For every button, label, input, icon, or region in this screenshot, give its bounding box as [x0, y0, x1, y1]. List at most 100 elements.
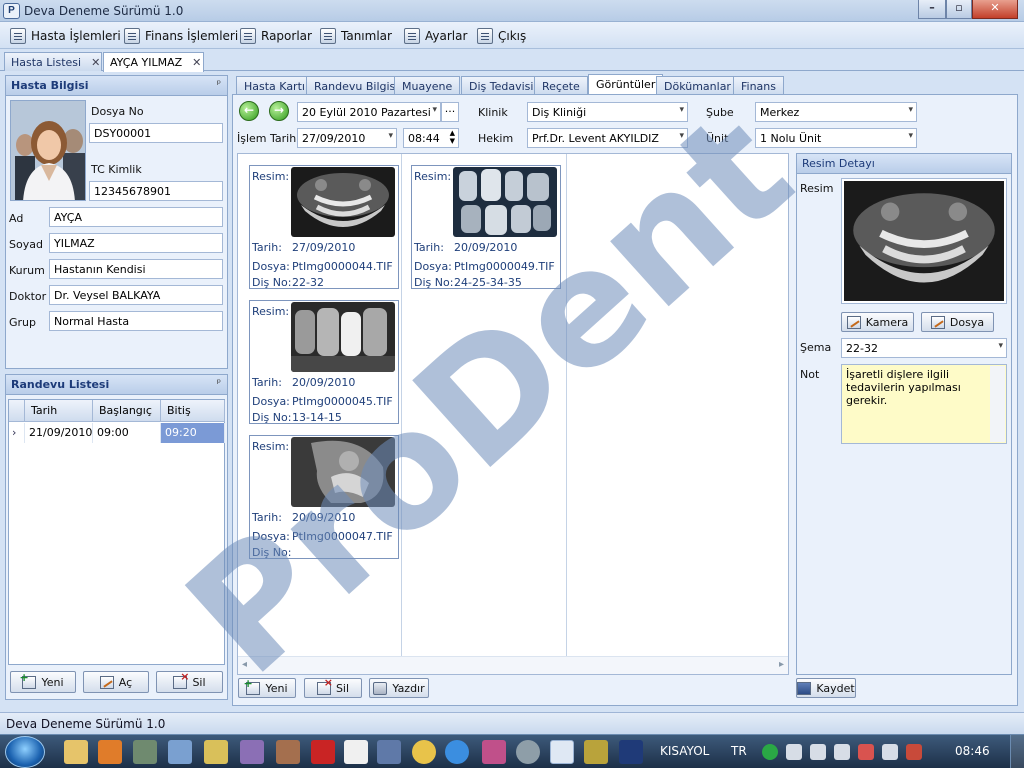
table-cell[interactable]: 09:00: [93, 423, 161, 443]
new-image-button[interactable]: Yeni: [238, 677, 296, 698]
more-button[interactable]: ···: [441, 102, 459, 122]
menu-ayarlar[interactable]: Ayarlar: [404, 26, 467, 46]
app-icon[interactable]: [204, 740, 228, 764]
delete-image-button[interactable]: Sil: [304, 676, 362, 698]
menu-tanimlar[interactable]: Tanımlar: [320, 26, 392, 46]
open-appointment-button[interactable]: Aç: [83, 671, 149, 693]
image-card[interactable]: Resim: Tarih: 20/09/2010 Dosya: PtImg000…: [249, 300, 399, 424]
date-picker[interactable]: 20 Eylül 2010 Pazartesi: [297, 102, 441, 122]
app-icon[interactable]: [516, 740, 540, 764]
group-field[interactable]: Normal Hasta: [49, 311, 223, 331]
prodent-app-icon[interactable]: [550, 740, 574, 764]
menu-cikis[interactable]: Çıkış: [477, 26, 526, 46]
close-button[interactable]: ✕: [972, 0, 1018, 19]
camera-button[interactable]: Kamera: [841, 312, 914, 332]
start-button[interactable]: [5, 736, 45, 768]
volume-icon[interactable]: [786, 744, 802, 760]
app-icon[interactable]: [482, 740, 506, 764]
menu-hasta-islemleri[interactable]: Hasta İşlemleri: [10, 26, 121, 46]
tab-recete[interactable]: Reçete: [534, 76, 588, 95]
note-textarea[interactable]: İşaretli dişlere ilgili tedavilerin yapı…: [841, 364, 1007, 444]
table-cell[interactable]: 21/09/2010: [25, 423, 93, 443]
file-button[interactable]: Dosya: [921, 312, 994, 332]
process-date-picker[interactable]: 27/09/2010: [297, 128, 397, 148]
tab-randevu-bilgisi[interactable]: Randevu Bilgisi: [306, 76, 407, 95]
xray-thumbnail[interactable]: [291, 437, 395, 507]
language-indicator[interactable]: TR: [731, 744, 747, 758]
scroll-left-icon[interactable]: ◂: [242, 659, 247, 670]
tray-icon[interactable]: [858, 744, 874, 760]
file-no-field[interactable]: DSY00001: [89, 123, 223, 143]
minimize-button[interactable]: –: [918, 0, 946, 19]
xray-thumbnail[interactable]: [291, 302, 395, 372]
explorer-icon[interactable]: [64, 740, 88, 764]
shortcut-label[interactable]: KISAYOL: [660, 744, 709, 758]
name-field[interactable]: AYÇA: [49, 207, 223, 227]
column-header[interactable]: Tarih: [25, 400, 93, 422]
branch-select[interactable]: Merkez: [755, 102, 917, 122]
app-icon[interactable]: [240, 740, 264, 764]
institution-field[interactable]: Hastanın Kendisi: [49, 259, 223, 279]
photoshop-icon[interactable]: [619, 740, 643, 764]
app-icon[interactable]: [168, 740, 192, 764]
show-desktop-button[interactable]: [1010, 735, 1024, 768]
pin-icon[interactable]: ᵖ: [217, 378, 221, 389]
image-card[interactable]: Resim: Tarih: 27/09/2010 Dosya: PtImg000…: [249, 165, 399, 289]
tab-muayene[interactable]: Muayene: [394, 76, 461, 95]
tray-icon[interactable]: [906, 744, 922, 760]
acrobat-icon[interactable]: [311, 740, 335, 764]
tab-finans[interactable]: Finans: [733, 76, 784, 95]
note-scrollbar[interactable]: [990, 366, 1005, 442]
chrome-icon[interactable]: [412, 740, 436, 764]
tab-dis-tedavisi[interactable]: Diş Tedavisi: [461, 76, 542, 95]
spinner-arrows-icon[interactable]: ▲ ▼: [450, 129, 455, 145]
image-card[interactable]: Resim: Tarih: 20/09/2010 Dosya: PtImg000…: [411, 165, 561, 289]
tray-icon[interactable]: [834, 744, 850, 760]
save-button[interactable]: Kaydet: [796, 678, 856, 698]
tc-kimlik-field[interactable]: 12345678901: [89, 181, 223, 201]
clinic-select[interactable]: Diş Kliniği: [527, 102, 688, 122]
xray-thumbnail[interactable]: [291, 167, 395, 237]
tab-hasta-listesi[interactable]: Hasta Listesi ✕: [4, 52, 102, 71]
close-tab-icon[interactable]: ✕: [192, 56, 201, 69]
app-icon[interactable]: [276, 740, 300, 764]
menu-raporlar[interactable]: Raporlar: [240, 26, 312, 46]
tray-icon[interactable]: [762, 744, 778, 760]
tab-hasta-karti[interactable]: Hasta Kartı: [236, 76, 313, 95]
column-header[interactable]: Başlangıç: [93, 400, 161, 422]
print-button[interactable]: Yazdır: [369, 678, 429, 698]
pin-icon[interactable]: ᵖ: [217, 79, 221, 90]
internet-explorer-icon[interactable]: [445, 740, 469, 764]
image-card[interactable]: Resim: Tarih: 20/09/2010 Dosya: PtImg000…: [249, 435, 399, 559]
unit-select[interactable]: 1 Nolu Ünit: [755, 128, 917, 148]
app-icon[interactable]: [344, 740, 368, 764]
app-icon[interactable]: [133, 740, 157, 764]
scroll-right-icon[interactable]: ▸: [779, 659, 784, 670]
tab-dokumanlar[interactable]: Dökümanlar: [656, 76, 739, 95]
xray-thumbnail[interactable]: [453, 167, 557, 237]
table-cell-selected[interactable]: 09:20: [161, 423, 225, 443]
column-header[interactable]: Bitiş: [161, 400, 225, 422]
detail-image[interactable]: [841, 178, 1007, 304]
time-spinner[interactable]: 08:44 ▲ ▼: [403, 128, 459, 148]
maximize-button[interactable]: ▫: [946, 0, 972, 19]
schema-select[interactable]: 22-32: [841, 338, 1007, 358]
new-appointment-button[interactable]: Yeni: [10, 671, 76, 693]
app-icon[interactable]: [584, 740, 608, 764]
surname-field[interactable]: YILMAZ: [49, 233, 223, 253]
doctor-field[interactable]: Dr. Veysel BALKAYA: [49, 285, 223, 305]
tab-goruntuler[interactable]: Görüntüler: [588, 74, 664, 95]
next-arrow-icon[interactable]: →: [269, 101, 289, 121]
app-icon[interactable]: [377, 740, 401, 764]
media-player-icon[interactable]: [98, 740, 122, 764]
network-icon[interactable]: [810, 744, 826, 760]
close-tab-icon[interactable]: ✕: [91, 56, 100, 69]
horizontal-scrollbar[interactable]: ◂ ▸: [238, 656, 788, 674]
delete-appointment-button[interactable]: Sil: [156, 670, 223, 693]
tab-patient[interactable]: AYÇA YILMAZ ✕: [103, 52, 204, 72]
menu-finans-islemleri[interactable]: Finans İşlemleri: [124, 26, 238, 46]
physician-select[interactable]: Prf.Dr. Levent AKYILDIZ: [527, 128, 688, 148]
previous-arrow-icon[interactable]: ←: [239, 101, 259, 121]
clock[interactable]: 08:46: [955, 744, 990, 758]
tray-icon[interactable]: [882, 744, 898, 760]
